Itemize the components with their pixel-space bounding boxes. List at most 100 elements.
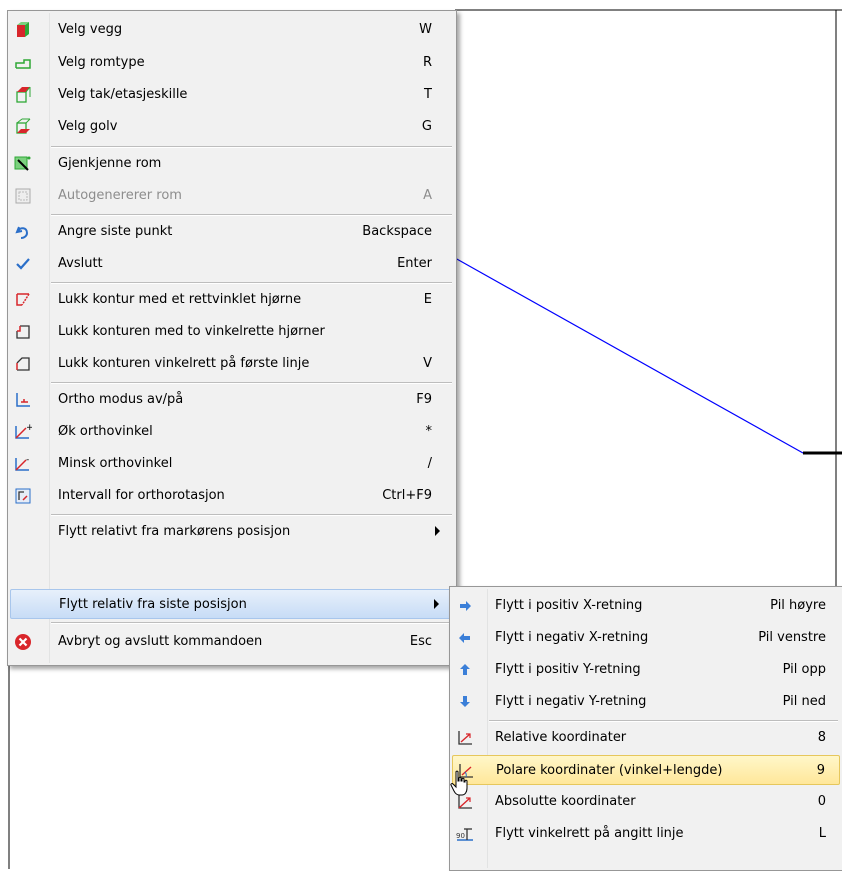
shortcut-label: Pil høyre <box>770 598 826 613</box>
increase-angle-icon: + <box>14 423 34 441</box>
arrow-up-icon <box>456 661 474 679</box>
shortcut-label: 0 <box>817 794 826 809</box>
menu-separator <box>51 382 452 384</box>
svg-text:+: + <box>26 423 32 433</box>
menu-item-label: Absolutte koordinater <box>495 794 636 809</box>
menu-separator <box>51 146 452 148</box>
mouse-cursor-hand-icon <box>450 770 468 796</box>
menu-item-flytt-relativ-siste-posisjon[interactable]: Flytt relativ fra siste posisjon <box>10 589 454 619</box>
submenu: Flytt i positiv X-retning Pil høyre Flyt… <box>449 586 842 871</box>
menu-item-label: Lukk kontur med et rettvinklet hjørne <box>58 292 302 307</box>
menu-item-label: Flytt i positiv Y-retning <box>495 662 641 677</box>
submenu-item-relative-koordinater[interactable]: Relative koordinater 8 <box>452 723 840 753</box>
menu-item-label: Flytt i negativ Y-retning <box>495 694 647 709</box>
menu-item-label: Minsk orthovinkel <box>58 456 173 471</box>
arrow-right-icon <box>456 597 474 615</box>
shortcut-label: F9 <box>416 392 432 407</box>
menu-item-label: Intervall for orthorotasjon <box>58 488 225 503</box>
cancel-icon <box>14 633 32 651</box>
rotation-interval-icon <box>14 487 32 505</box>
shortcut-label: A <box>423 188 432 203</box>
shortcut-label: Pil venstre <box>758 630 826 645</box>
auto-generate-room-icon <box>14 187 32 205</box>
svg-text:90: 90 <box>456 832 465 840</box>
relative-coordinates-icon <box>456 729 474 747</box>
menu-separator <box>51 622 452 624</box>
menu-item-velg-vegg[interactable]: Velg vegg W <box>10 15 454 45</box>
menu-item-flytt-relativt-markor[interactable]: Flytt relativt fra markørens posisjon <box>10 517 454 547</box>
shortcut-label: E <box>423 292 432 307</box>
arrow-down-icon <box>456 693 474 711</box>
shortcut-label: Esc <box>409 634 432 649</box>
submenu-item-positiv-y[interactable]: Flytt i positiv Y-retning Pil opp <box>452 655 840 685</box>
menu-item-label: Ortho modus av/på <box>58 392 184 407</box>
menu-separator <box>51 514 452 516</box>
ceiling-icon <box>14 86 32 104</box>
menu-item-label: Relative koordinater <box>495 730 627 745</box>
menu-item-label: Flytt vinkelrett på angitt linje <box>495 826 684 841</box>
floor-icon <box>14 118 32 136</box>
menu-item-label: Flytt i positiv X-retning <box>495 598 643 613</box>
menu-item-label: Gjenkjenne rom <box>58 156 162 171</box>
menu-item-label: Flytt i negativ X-retning <box>495 630 649 645</box>
shortcut-label: / <box>427 456 432 471</box>
menu-item-label: Polare koordinater (vinkel+lengde) <box>496 763 723 778</box>
svg-text:-: - <box>26 455 29 465</box>
menu-item-label: Angre siste punkt <box>58 224 173 239</box>
menu-item-label: Velg golv <box>58 119 118 134</box>
menu-item-label: Øk orthovinkel <box>58 424 153 439</box>
ortho-mode-icon <box>14 391 32 409</box>
menu-item-label: Avslutt <box>58 256 103 271</box>
menu-item-angre-siste-punkt[interactable]: Angre siste punkt Backspace <box>10 217 454 247</box>
close-contour-right-angle-icon <box>14 291 32 309</box>
menu-separator <box>51 214 452 216</box>
menu-item-avslutt[interactable]: Avslutt Enter <box>10 249 454 279</box>
context-menu: Velg vegg W Velg romtype R Velg tak/etas… <box>7 10 457 666</box>
room-type-icon <box>14 54 32 72</box>
undo-icon <box>14 223 32 241</box>
submenu-item-flytt-vinkelrett[interactable]: 90 Flytt vinkelrett på angitt linje L <box>452 819 840 849</box>
submenu-item-negativ-x[interactable]: Flytt i negativ X-retning Pil venstre <box>452 623 840 653</box>
shortcut-label: T <box>424 87 432 102</box>
shortcut-label: G <box>421 119 432 134</box>
menu-item-velg-tak[interactable]: Velg tak/etasjeskille T <box>10 80 454 110</box>
shortcut-label: V <box>423 356 432 371</box>
close-contour-two-corners-icon <box>14 323 32 341</box>
menu-item-label: Flytt relativt fra markørens posisjon <box>58 524 291 539</box>
wall-icon <box>14 21 32 39</box>
shortcut-label: 9 <box>816 763 825 778</box>
shortcut-label: L <box>818 826 826 841</box>
menu-item-minsk-orthovinkel[interactable]: - Minsk orthovinkel / <box>10 449 454 479</box>
menu-item-label: Lukk konturen med to vinkelrette hjørner <box>58 324 325 339</box>
arrow-left-icon <box>456 629 474 647</box>
menu-item-label: Autogenererer rom <box>58 188 182 203</box>
menu-item-intervall-orthorotasjon[interactable]: Intervall for orthorotasjon Ctrl+F9 <box>10 481 454 511</box>
menu-item-gjenkjenne-rom[interactable]: Gjenkjenne rom <box>10 149 454 179</box>
close-contour-perpendicular-icon <box>14 355 32 373</box>
shortcut-label: Backspace <box>362 224 432 239</box>
menu-item-ok-orthovinkel[interactable]: + Øk orthovinkel * <box>10 417 454 447</box>
shortcut-label: Enter <box>397 256 432 271</box>
recognize-room-icon <box>14 155 32 173</box>
shortcut-label: R <box>422 55 432 70</box>
menu-item-autogenererer-rom[interactable]: Autogenererer rom A <box>10 181 454 211</box>
shortcut-label: W <box>419 22 432 37</box>
shortcut-label: * <box>425 424 433 439</box>
menu-item-avbryt[interactable]: Avbryt og avslutt kommandoen Esc <box>10 627 454 657</box>
menu-item-velg-golv[interactable]: Velg golv G <box>10 112 454 142</box>
submenu-item-polare-koordinater[interactable]: Polare koordinater (vinkel+lengde) 9 <box>452 755 840 785</box>
shortcut-label: 8 <box>817 730 826 745</box>
menu-item-lukk-kontur-rettvinklet[interactable]: Lukk kontur med et rettvinklet hjørne E <box>10 285 454 315</box>
menu-item-ortho-modus[interactable]: Ortho modus av/på F9 <box>10 385 454 415</box>
submenu-arrow-icon <box>434 599 439 609</box>
submenu-arrow-icon <box>435 526 440 536</box>
submenu-item-positiv-x[interactable]: Flytt i positiv X-retning Pil høyre <box>452 591 840 621</box>
menu-item-lukk-kontur-vinkelrett[interactable]: Lukk konturen vinkelrett på første linje… <box>10 349 454 379</box>
submenu-item-negativ-y[interactable]: Flytt i negativ Y-retning Pil ned <box>452 687 840 717</box>
shortcut-label: Pil opp <box>782 662 826 677</box>
menu-item-lukk-kontur-to-hjorner[interactable]: Lukk konturen med to vinkelrette hjørner <box>10 317 454 347</box>
submenu-item-absolutte-koordinater[interactable]: Absolutte koordinater 0 <box>452 787 840 817</box>
menu-item-label: Velg vegg <box>58 22 123 37</box>
menu-item-velg-romtype[interactable]: Velg romtype R <box>10 48 454 78</box>
menu-item-label: Velg tak/etasjeskille <box>58 87 188 102</box>
